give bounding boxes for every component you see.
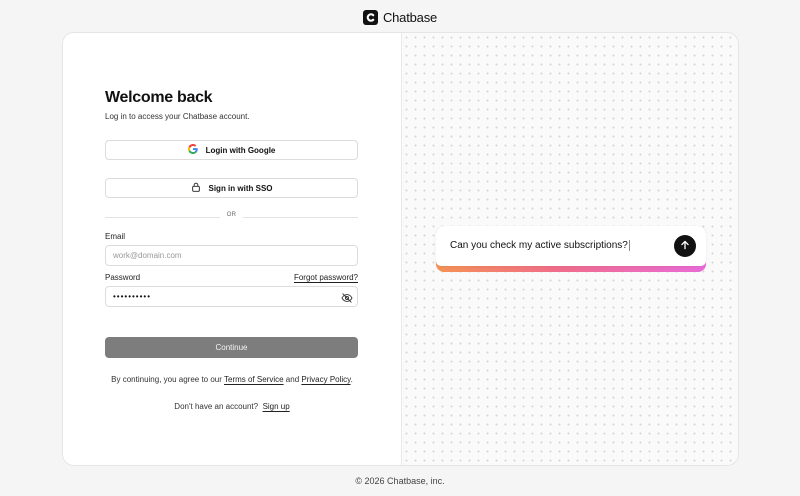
- email-label: Email: [105, 232, 126, 241]
- lock-icon: [191, 182, 201, 194]
- login-card: Welcome back Log in to access your Chatb…: [62, 32, 739, 466]
- google-button-label: Login with Google: [205, 145, 276, 155]
- page-subtitle: Log in to access your Chatbase account.: [105, 112, 250, 121]
- preview-panel: Can you check my active subscriptions?: [401, 33, 738, 465]
- page-title: Welcome back: [105, 89, 213, 106]
- signup-prompt: Don't have an account? Sign up: [63, 402, 401, 411]
- sso-button-label: Sign in with SSO: [208, 183, 273, 193]
- chat-preview: Can you check my active subscriptions?: [436, 226, 706, 272]
- divider-line-right: [243, 217, 358, 218]
- terms-of-service-link[interactable]: Terms of Service: [224, 375, 284, 384]
- google-icon: [187, 144, 198, 156]
- chat-message-content: Can you check my active subscriptions?: [450, 240, 628, 252]
- continue-button[interactable]: Continue: [105, 337, 358, 358]
- signup-prefix: Don't have an account?: [174, 402, 259, 411]
- send-button[interactable]: [674, 235, 696, 257]
- brand-header: Chatbase: [0, 8, 800, 26]
- chat-message-text: Can you check my active subscriptions?: [450, 240, 630, 252]
- text-caret: [628, 240, 630, 252]
- login-with-google-button[interactable]: Login with Google: [105, 140, 358, 160]
- terms-and: and: [283, 375, 302, 384]
- login-panel: Welcome back Log in to access your Chatb…: [63, 33, 401, 465]
- forgot-password-link[interactable]: Forgot password?: [294, 273, 358, 282]
- copyright-footer: © 2026 Chatbase, inc.: [355, 476, 445, 486]
- chat-input-preview: Can you check my active subscriptions?: [436, 226, 706, 266]
- eye-off-icon[interactable]: [341, 291, 353, 303]
- arrow-up-icon: [680, 237, 690, 255]
- chatbase-logo-icon: [362, 9, 378, 25]
- sign-up-link[interactable]: Sign up: [263, 402, 290, 411]
- terms-suffix: .: [350, 375, 353, 384]
- privacy-policy-link[interactable]: Privacy Policy: [301, 375, 350, 384]
- email-input[interactable]: [105, 245, 358, 266]
- or-divider: OR: [105, 212, 358, 222]
- sign-in-with-sso-button[interactable]: Sign in with SSO: [105, 178, 358, 198]
- terms-notice: By continuing, you agree to our Terms of…: [63, 375, 401, 384]
- brand-name: Chatbase: [382, 9, 438, 25]
- password-input[interactable]: [105, 286, 358, 307]
- terms-prefix: By continuing, you agree to our: [111, 375, 224, 384]
- password-label: Password: [105, 273, 141, 282]
